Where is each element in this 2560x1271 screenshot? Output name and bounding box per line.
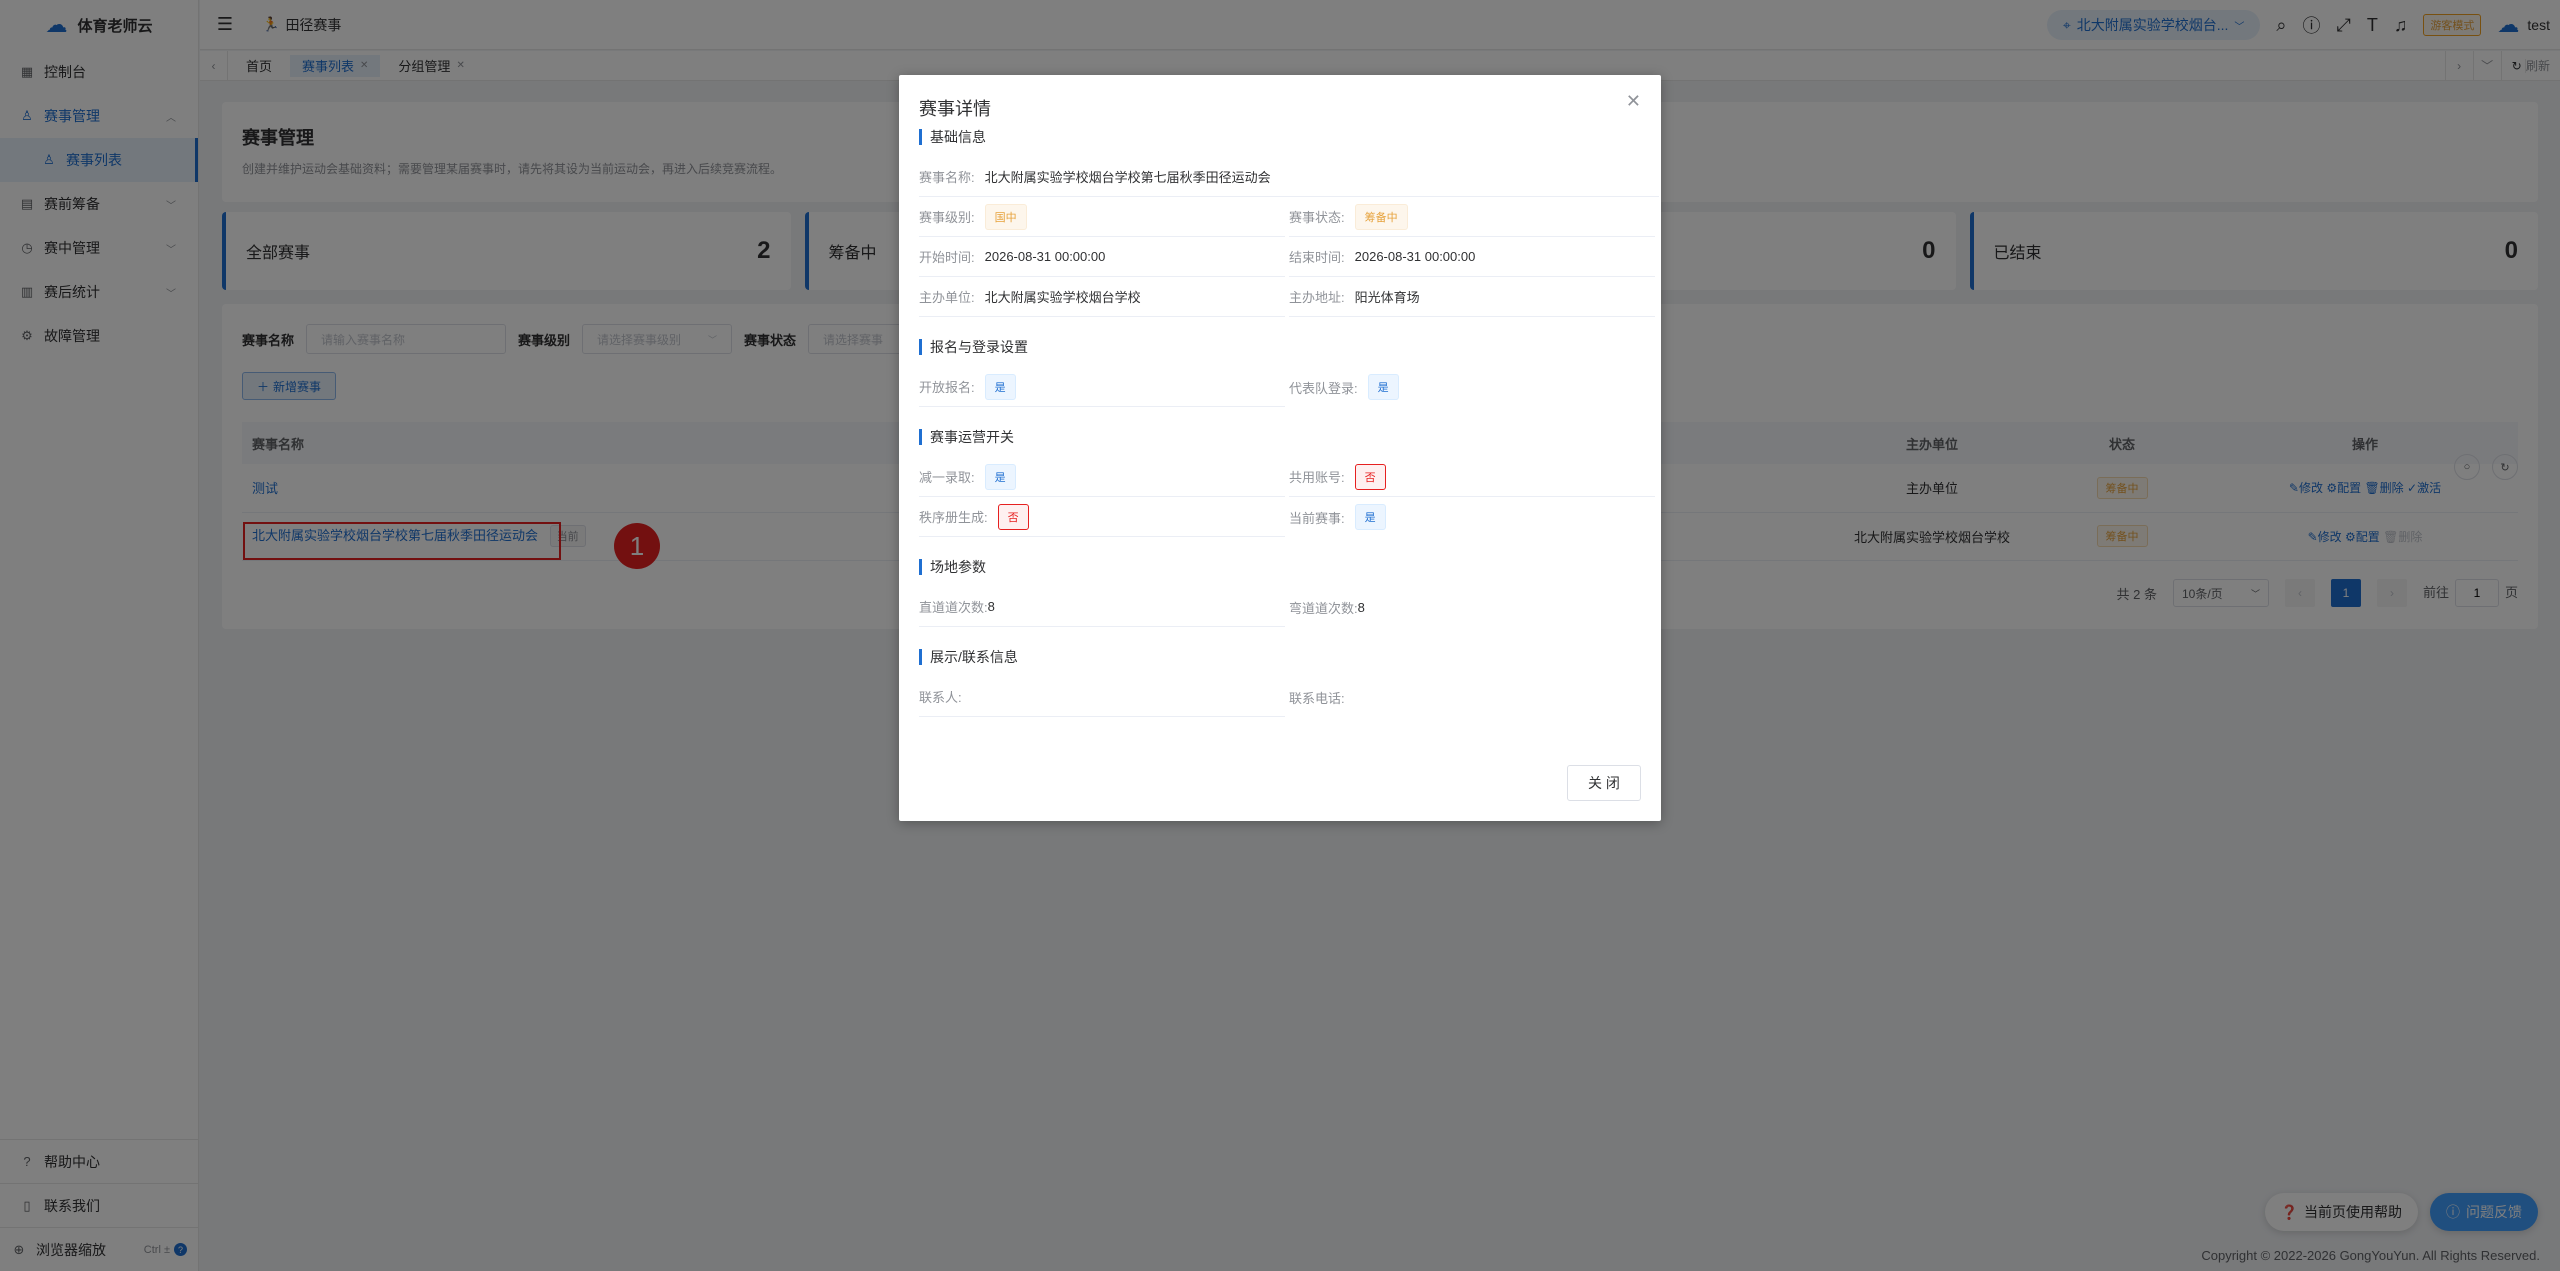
- close-icon[interactable]: ✕: [1626, 91, 1641, 112]
- field-order-book: 秩序册生成: 否: [919, 497, 1285, 537]
- level-tag: 国中: [984, 203, 1027, 230]
- ops-grid: 减一录取: 是 共用账号: 否 秩序册生成: 否 当前赛事: 是: [919, 457, 1655, 537]
- field-start-time: 开始时间: 2026-08-31 00:00:00: [919, 237, 1285, 277]
- yes-tag: 是: [984, 463, 1016, 490]
- field-organizer: 主办单位: 北大附属实验学校烟台学校: [919, 277, 1285, 317]
- field-reduce-one: 减一录取: 是: [919, 457, 1285, 497]
- yes-tag: 是: [1367, 374, 1399, 400]
- field-shared-account: 共用账号: 否: [1289, 457, 1655, 497]
- close-button[interactable]: 关 闭: [1567, 765, 1641, 801]
- section-signup: 报名与登录设置: [919, 339, 1641, 355]
- dialog-title: 赛事详情: [919, 99, 991, 119]
- field-straight-lanes: 直道道次数: 8: [919, 587, 1285, 627]
- field-open-signup: 开放报名: 是: [919, 367, 1285, 407]
- status-tag: 筹备中: [1354, 203, 1408, 230]
- field-level: 赛事级别: 国中: [919, 197, 1285, 237]
- field-curve-lanes: 弯道道次数: 8: [1289, 599, 1365, 616]
- event-detail-dialog: 赛事详情 ✕ 基础信息 赛事名称: 北大附属实验学校烟台学校第七届秋季田径运动会…: [899, 75, 1661, 821]
- field-address: 主办地址: 阳光体育场: [1289, 277, 1655, 317]
- yes-tag: 是: [984, 373, 1016, 400]
- section-venue: 场地参数: [919, 559, 1641, 575]
- yes-tag: 是: [1354, 504, 1386, 530]
- no-tag: 否: [1354, 463, 1386, 490]
- contact-grid: 联系人: 联系电话:: [919, 677, 1641, 717]
- field-team-login: 代表队登录: 是: [1289, 367, 1655, 407]
- field-contact-phone: 联系电话:: [1289, 690, 1345, 706]
- venue-grid: 直道道次数: 8 弯道道次数: 8: [919, 587, 1641, 627]
- section-basic: 基础信息: [919, 129, 1641, 145]
- section-contact: 展示/联系信息: [919, 649, 1641, 665]
- field-current-event: 当前赛事: 是: [1289, 497, 1655, 537]
- field-event-name: 赛事名称: 北大附属实验学校烟台学校第七届秋季田径运动会: [919, 157, 1659, 197]
- dialog-footer: 关 闭: [1567, 765, 1641, 801]
- signup-grid: 开放报名: 是 代表队登录: 是: [919, 367, 1641, 407]
- field-contact-person: 联系人:: [919, 677, 1285, 717]
- field-end-time: 结束时间: 2026-08-31 00:00:00: [1289, 237, 1655, 277]
- field-status: 赛事状态: 筹备中: [1289, 197, 1655, 237]
- no-tag: 否: [997, 503, 1029, 530]
- basic-grid: 赛事级别: 国中 赛事状态: 筹备中 开始时间: 2026-08-31 00:00:0…: [919, 197, 1655, 317]
- section-ops-switch: 赛事运营开关: [919, 429, 1641, 445]
